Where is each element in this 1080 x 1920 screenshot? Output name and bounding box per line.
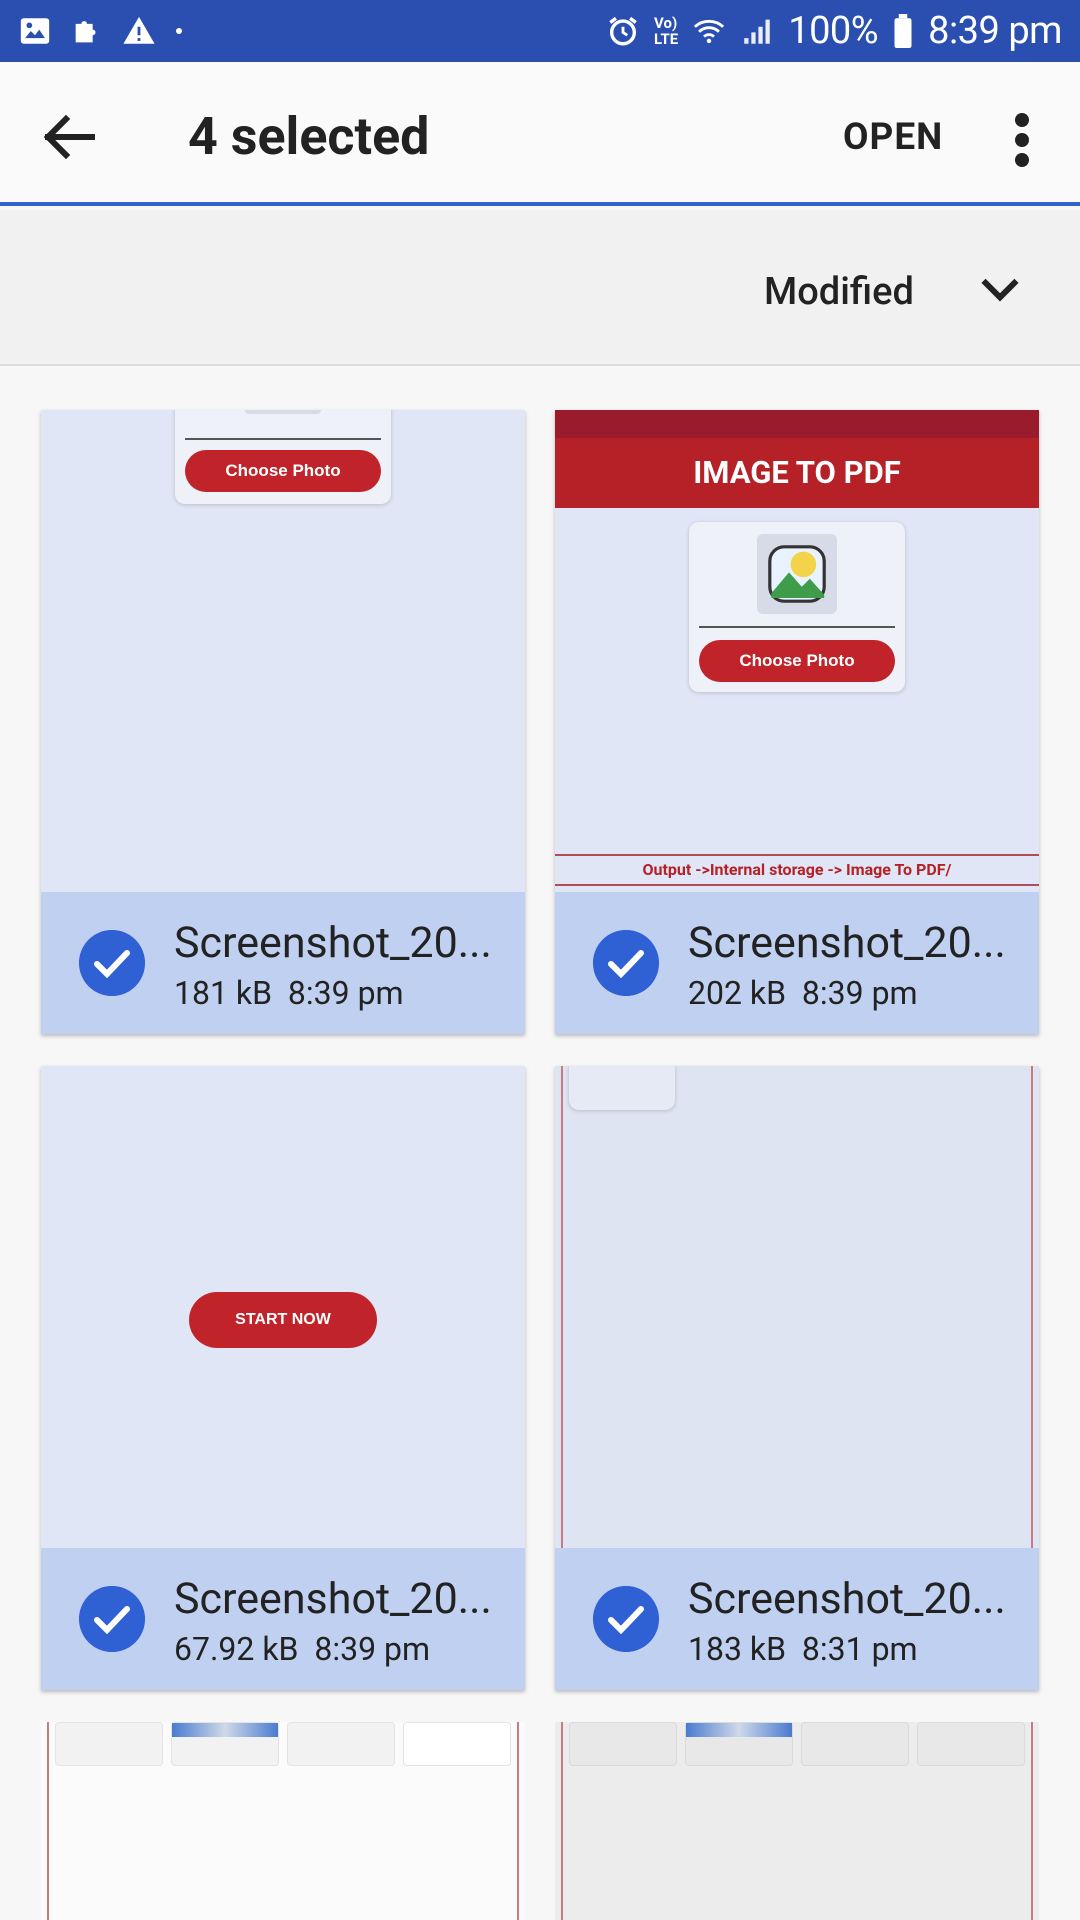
thumb-mini-card — [403, 1722, 511, 1766]
check-circle-icon[interactable] — [593, 930, 659, 996]
file-name: Screenshot_20... — [688, 918, 1006, 968]
thumb-image-icon — [245, 410, 321, 414]
thumb-mini-image — [686, 1723, 792, 1737]
thumb-mini-card — [569, 1722, 677, 1766]
selection-count-title: 4 selected — [188, 106, 430, 167]
file-tile[interactable]: START NOW Screenshot_20... 67.92 kB 8:39… — [41, 1066, 525, 1690]
signal-icon — [744, 19, 770, 44]
thumb-photo-card: Choose Photo — [689, 522, 905, 692]
check-circle-icon[interactable] — [593, 1586, 659, 1652]
thumb-card-row — [569, 1722, 1025, 1766]
volte-top-label: Vo) — [654, 14, 678, 32]
file-tile[interactable]: IMAGE TO PDF Choose Photo Output ->Inter… — [555, 410, 1039, 1034]
open-button[interactable]: OPEN — [843, 116, 943, 159]
check-circle-icon[interactable] — [79, 930, 145, 996]
thumb-mini-card — [55, 1722, 163, 1766]
thumb-right-border — [1031, 1066, 1033, 1548]
thumb-choose-photo-button: Choose Photo — [185, 450, 381, 492]
thumb-mini-card — [801, 1722, 909, 1766]
thumb-mini-image — [172, 1723, 278, 1737]
thumb-choose-photo-button: Choose Photo — [699, 640, 895, 682]
back-arrow-icon[interactable] — [40, 112, 96, 162]
volte-bottom-label: LTE — [654, 30, 679, 48]
thumb-mini-card — [685, 1722, 793, 1766]
thumb-divider — [185, 438, 381, 440]
file-meta: 202 kB 8:39 pm — [688, 974, 918, 1012]
file-thumbnail: START NOW — [41, 1066, 525, 1548]
selection-app-bar: 4 selected OPEN — [0, 62, 1080, 206]
file-info-bar: Screenshot_20... 183 kB 8:31 pm — [555, 1548, 1039, 1690]
file-tile-partial[interactable] — [41, 1722, 525, 1920]
file-tile-partial[interactable] — [555, 1722, 1039, 1920]
thumb-output-path: Output ->Internal storage -> Image To PD… — [555, 854, 1039, 886]
thumb-small-card — [569, 1066, 675, 1110]
thumb-right-border — [1031, 1722, 1033, 1920]
check-circle-icon[interactable] — [79, 1586, 145, 1652]
thumb-top-strip — [555, 410, 1039, 438]
file-time: 8:39 pm — [801, 974, 918, 1012]
file-meta: 181 kB 8:39 pm — [174, 974, 404, 1012]
file-tile[interactable]: Screenshot_20... 183 kB 8:31 pm — [555, 1066, 1039, 1690]
file-meta: 67.92 kB 8:39 pm — [174, 1630, 430, 1668]
alarm-icon — [609, 16, 637, 46]
file-time: 8:31 pm — [801, 1630, 918, 1668]
file-info-bar: Screenshot_20... 202 kB 8:39 pm — [555, 892, 1039, 1034]
battery-percent: 100% — [788, 9, 879, 53]
thumb-left-border — [47, 1722, 49, 1920]
chevron-down-icon[interactable] — [978, 272, 1022, 308]
thumb-image-frame — [757, 534, 837, 614]
file-thumbnail — [555, 1066, 1039, 1548]
clock: 8:39 pm — [928, 9, 1062, 53]
sort-bar: Modified — [0, 210, 1080, 366]
thumb-start-now-button: START NOW — [189, 1292, 377, 1348]
thumb-right-border — [517, 1722, 519, 1920]
file-info-bar: Screenshot_20... 181 kB 8:39 pm — [41, 892, 525, 1034]
thumb-mini-card — [171, 1722, 279, 1766]
file-meta: 183 kB 8:31 pm — [688, 1630, 918, 1668]
file-thumbnail: IMAGE TO PDF Choose Photo Output ->Inter… — [555, 410, 1039, 892]
thumb-divider — [699, 626, 895, 628]
warning-notification-icon — [123, 16, 155, 44]
dot-notification-icon — [176, 28, 182, 34]
thumb-mini-card — [917, 1722, 1025, 1766]
file-size: 67.92 kB — [174, 1630, 299, 1668]
file-tile[interactable]: Choose Photo Screenshot_20... 181 kB 8:3… — [41, 410, 525, 1034]
file-name: Screenshot_20... — [688, 1574, 1006, 1624]
battery-icon — [894, 14, 912, 48]
file-thumbnail: Choose Photo — [41, 410, 525, 892]
thumb-left-border — [561, 1066, 563, 1548]
sort-mode-label[interactable]: Modified — [764, 270, 914, 314]
file-info-bar: Screenshot_20... 67.92 kB 8:39 pm — [41, 1548, 525, 1690]
thumb-header: IMAGE TO PDF — [555, 438, 1039, 508]
file-size: 181 kB — [174, 974, 273, 1012]
thumb-image-icon — [768, 545, 826, 603]
puzzle-notification-icon — [75, 21, 96, 43]
thumb-mini-card — [287, 1722, 395, 1766]
status-bar: Vo) LTE 100% 8:39 pm — [0, 0, 1080, 62]
file-time: 8:39 pm — [287, 974, 404, 1012]
thumb-left-border — [561, 1722, 563, 1920]
file-time: 8:39 pm — [314, 1630, 431, 1668]
gallery-notification-icon — [20, 18, 50, 44]
volte-indicator: Vo) LTE — [654, 15, 678, 47]
file-name: Screenshot_20... — [174, 1574, 492, 1624]
wifi-icon — [694, 19, 725, 44]
thumb-card-row — [55, 1722, 511, 1766]
file-size: 183 kB — [688, 1630, 787, 1668]
file-size: 202 kB — [688, 974, 787, 1012]
thumb-photo-card: Choose Photo — [175, 410, 391, 504]
more-options-icon[interactable] — [1004, 112, 1040, 168]
file-name: Screenshot_20... — [174, 918, 492, 968]
